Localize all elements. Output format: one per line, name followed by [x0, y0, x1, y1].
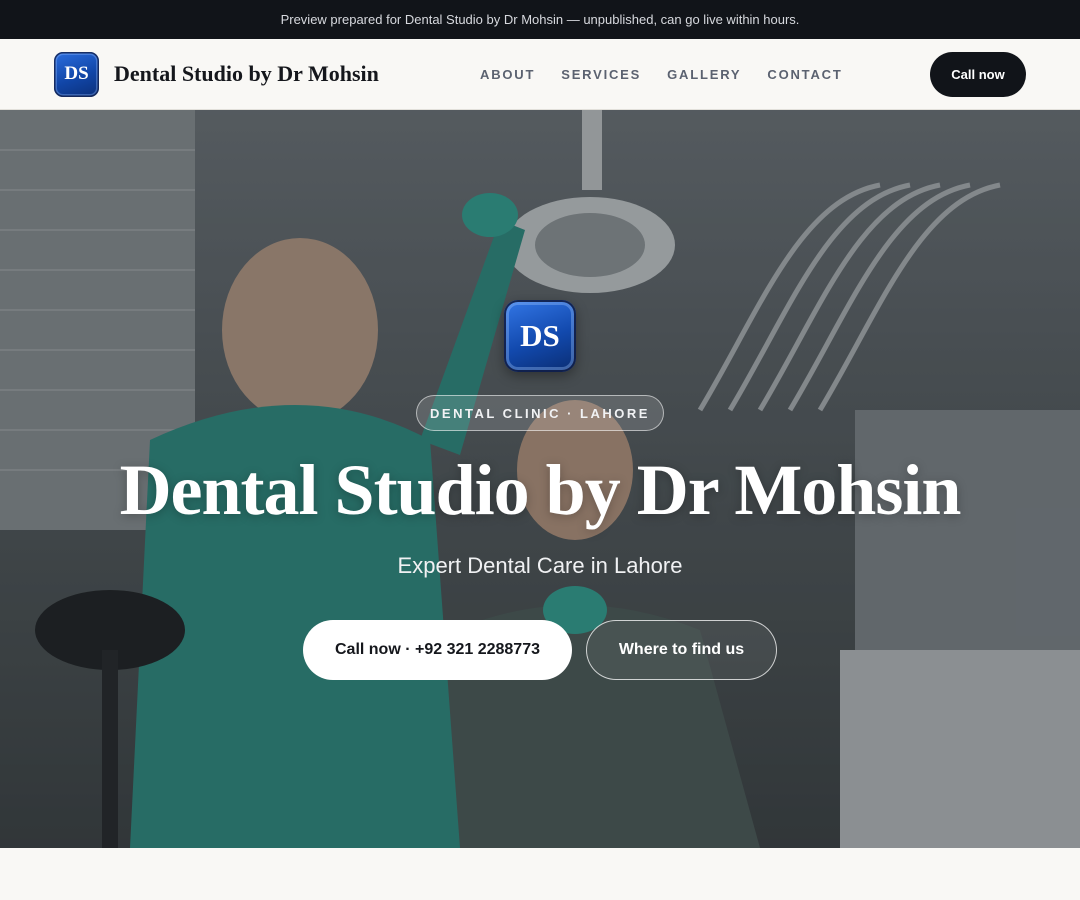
brand-name: Dental Studio by Dr Mohsin	[114, 61, 379, 86]
call-now-button[interactable]: Call now · +92 321 2288773	[303, 620, 572, 680]
preview-banner-text: Preview prepared for Dental Studio by Dr…	[280, 12, 800, 27]
logo-icon: DS	[54, 51, 99, 97]
logo-initials: DS	[64, 63, 89, 84]
nav-services[interactable]: SERVICES	[561, 67, 641, 82]
preview-banner: Preview prepared for Dental Studio by Dr…	[0, 0, 1080, 39]
where-to-find-us-button[interactable]: Where to find us	[586, 620, 777, 680]
header-call-button[interactable]: Call now	[930, 52, 1026, 97]
location-badge: DENTAL CLINIC · LAHORE	[416, 395, 664, 431]
brand-link[interactable]: DS Dental Studio by Dr Mohsin	[54, 51, 379, 97]
hero-section: DS DENTAL CLINIC · LAHORE Dental Studio …	[0, 110, 1080, 848]
hero-content: DS DENTAL CLINIC · LAHORE Dental Studio …	[0, 110, 1080, 848]
main-nav: ABOUT SERVICES GALLERY CONTACT	[480, 39, 843, 109]
hero-subtitle: Expert Dental Care in Lahore	[397, 553, 683, 578]
hero-logo-icon: DS	[504, 300, 576, 372]
hero-title: Dental Studio by Dr Mohsin	[119, 450, 962, 530]
nav-contact[interactable]: CONTACT	[767, 67, 842, 82]
nav-gallery[interactable]: GALLERY	[667, 67, 741, 82]
nav-about[interactable]: ABOUT	[480, 67, 535, 82]
hero-logo-initials: DS	[520, 318, 560, 353]
site-header: DS Dental Studio by Dr Mohsin ABOUT SERV…	[0, 39, 1080, 110]
next-section	[0, 848, 1080, 900]
